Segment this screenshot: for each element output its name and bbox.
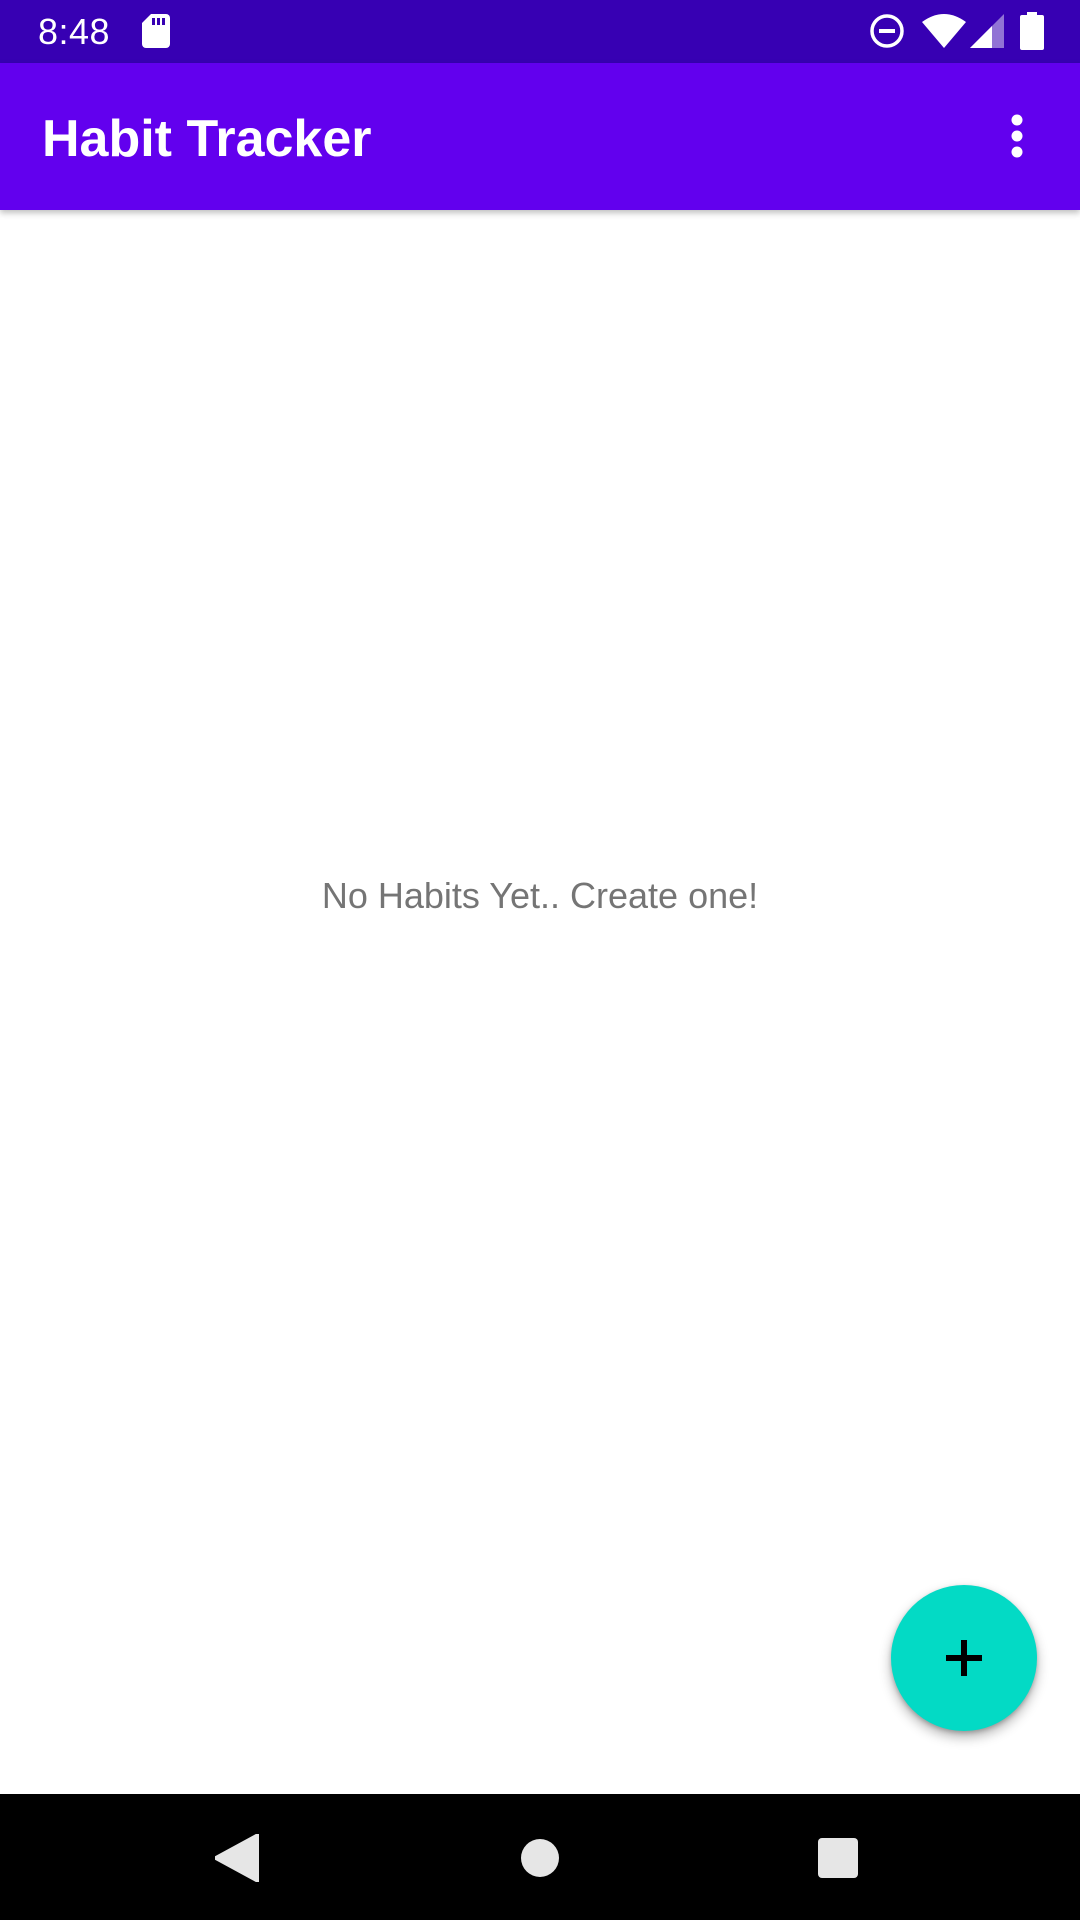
cell-signal-icon [970,14,1004,48]
add-habit-button[interactable] [891,1585,1037,1731]
recents-icon[interactable] [818,1838,858,1878]
navigation-bar [0,1794,1080,1920]
more-vert-icon [1011,114,1023,158]
do-not-disturb-icon [870,14,904,48]
back-icon[interactable] [215,1834,259,1882]
home-icon[interactable] [520,1838,560,1878]
plus-icon [946,1640,982,1676]
app-title: Habit Tracker [42,110,372,168]
empty-state-message: No Habits Yet.. Create one! [321,875,759,916]
sd-card-icon [142,14,170,48]
overflow-menu-button[interactable] [954,86,1080,186]
habit-list-area: No Habits Yet.. Create one! [0,210,1080,1794]
app-bar: Habit Tracker [0,63,1080,210]
status-bar: 8:48 [0,0,1080,63]
wifi-icon [922,14,966,48]
status-time: 8:48 [38,11,111,52]
battery-icon [1020,12,1044,50]
